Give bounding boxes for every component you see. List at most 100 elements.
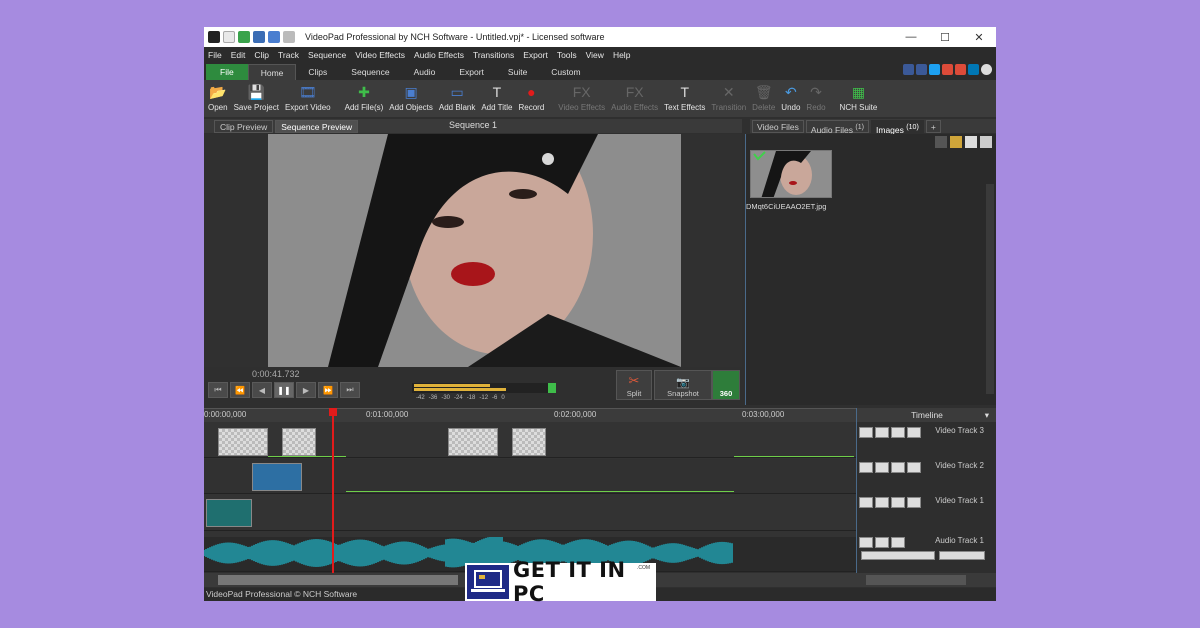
track-speaker-button[interactable] — [875, 537, 889, 548]
redo-icon[interactable] — [283, 31, 295, 43]
menu-transitions[interactable]: Transitions — [473, 50, 514, 60]
step-back-button[interactable]: ◀ — [252, 382, 272, 398]
go-to-start-button[interactable]: ⏮ — [208, 382, 228, 398]
media-thumbnail[interactable] — [750, 150, 832, 198]
trash-icon[interactable] — [935, 136, 947, 148]
track-grid-button[interactable] — [891, 427, 905, 438]
save-icon[interactable] — [253, 31, 265, 43]
track-mute-button[interactable] — [859, 462, 873, 473]
redo-button[interactable]: ↷ Redo — [806, 80, 825, 113]
add-bin-button[interactable]: + — [925, 119, 941, 133]
list-view-icon[interactable] — [965, 136, 977, 148]
scrollbar-thumb[interactable] — [218, 575, 458, 585]
close-button[interactable]: ✕ — [962, 27, 996, 47]
tab-audio[interactable]: Audio — [402, 64, 448, 80]
undo-button[interactable]: ↶ Undo — [781, 80, 800, 113]
like-icon[interactable] — [903, 64, 914, 75]
menu-help[interactable]: Help — [613, 50, 630, 60]
menu-export[interactable]: Export — [523, 50, 548, 60]
tab-sequence[interactable]: Sequence — [339, 64, 401, 80]
youtube-icon[interactable] — [955, 64, 966, 75]
tab-file[interactable]: File — [206, 64, 248, 80]
playhead[interactable] — [329, 408, 337, 573]
video-track-3-row[interactable] — [204, 422, 856, 458]
menu-sequence[interactable]: Sequence — [308, 50, 346, 60]
twitter-icon[interactable] — [929, 64, 940, 75]
tab-sequence-preview[interactable]: Sequence Preview — [275, 119, 359, 133]
timeline-clip[interactable] — [252, 463, 302, 491]
menu-video-effects[interactable]: Video Effects — [355, 50, 405, 60]
timeline-clip[interactable] — [282, 428, 316, 456]
tab-audio-files[interactable]: Audio Files (1) — [805, 119, 869, 134]
track-eye-button[interactable] — [875, 462, 889, 473]
tab-suite[interactable]: Suite — [496, 64, 539, 80]
tab-home[interactable]: Home — [247, 64, 297, 80]
bin-scrollbar[interactable] — [986, 184, 994, 394]
vr-360-button[interactable]: 360 — [712, 370, 740, 400]
next-frame-button[interactable]: ⏩ — [318, 382, 338, 398]
go-to-end-button[interactable]: ⏭ — [340, 382, 360, 398]
help-icon[interactable] — [981, 64, 992, 75]
menu-clip[interactable]: Clip — [254, 50, 269, 60]
delete-button[interactable]: 🗑 Delete — [752, 80, 775, 113]
split-button[interactable]: ✂ Split — [616, 370, 652, 400]
save-project-button[interactable]: 💾 Save Project — [234, 80, 279, 113]
open-button[interactable]: 📂 Open — [208, 80, 228, 113]
menu-tools[interactable]: Tools — [557, 50, 577, 60]
timeline-clip[interactable] — [448, 428, 498, 456]
add-blank-button[interactable]: ▭ Add Blank — [439, 80, 475, 113]
menu-audio-effects[interactable]: Audio Effects — [414, 50, 464, 60]
export-video-button[interactable]: 🎞 Export Video — [285, 80, 331, 113]
track-eye-button[interactable] — [875, 497, 889, 508]
timeline-clip[interactable] — [218, 428, 268, 456]
tab-clips[interactable]: Clips — [296, 64, 339, 80]
audio-effects-button[interactable]: FX Audio Effects — [611, 80, 658, 112]
linkedin-icon[interactable] — [968, 64, 979, 75]
add-objects-button[interactable]: ▣ Add Objects — [389, 80, 433, 113]
video-track-1-row[interactable] — [204, 495, 856, 531]
undock-icon[interactable] — [980, 136, 992, 148]
add-title-button[interactable]: T Add Title — [481, 80, 512, 112]
track-mute-button[interactable] — [859, 537, 873, 548]
tab-video-files[interactable]: Video Files — [752, 119, 804, 133]
open-icon[interactable] — [238, 31, 250, 43]
track-grid-button[interactable] — [891, 497, 905, 508]
video-effects-button[interactable]: FX Video Effects — [558, 80, 605, 112]
google-plus-icon[interactable] — [942, 64, 953, 75]
maximize-button[interactable]: ☐ — [928, 27, 962, 47]
track-grid-button[interactable] — [891, 462, 905, 473]
new-icon[interactable] — [223, 31, 235, 43]
step-forward-button[interactable]: ▶ — [296, 382, 316, 398]
timeline-clip[interactable] — [512, 428, 546, 456]
menu-view[interactable]: View — [586, 50, 604, 60]
undo-icon[interactable] — [268, 31, 280, 43]
text-effects-button[interactable]: T Text Effects — [664, 80, 705, 112]
facebook-icon[interactable] — [916, 64, 927, 75]
transition-button[interactable]: ✕ Transition — [711, 80, 746, 113]
track-lock-button[interactable] — [907, 462, 921, 473]
track-lock-button[interactable] — [907, 497, 921, 508]
tab-images[interactable]: Images (10) — [871, 119, 924, 134]
track-lock-button[interactable] — [907, 427, 921, 438]
track-lock-button[interactable] — [891, 537, 905, 548]
folder-icon[interactable] — [950, 136, 962, 148]
menu-track[interactable]: Track — [278, 50, 299, 60]
zoom-slider[interactable] — [866, 575, 966, 585]
track-mute-button[interactable] — [859, 427, 873, 438]
menu-edit[interactable]: Edit — [231, 50, 246, 60]
tab-export[interactable]: Export — [447, 64, 496, 80]
menu-file[interactable]: File — [208, 50, 222, 60]
track-eye-button[interactable] — [875, 427, 889, 438]
track-volume-slider[interactable] — [861, 551, 935, 560]
record-button[interactable]: ● Record — [518, 80, 544, 112]
add-file-s-button[interactable]: ✚ Add File(s) — [345, 80, 384, 113]
chevron-down-icon[interactable]: ▾ — [985, 410, 989, 421]
minimize-button[interactable]: — — [894, 27, 928, 47]
tab-custom[interactable]: Custom — [539, 64, 592, 80]
snapshot-button[interactable]: 📷 Snapshot — [654, 370, 712, 400]
timeline-header[interactable]: Timeline ▾ — [857, 408, 996, 422]
track-mute-button[interactable] — [859, 497, 873, 508]
tab-clip-preview[interactable]: Clip Preview — [214, 119, 274, 133]
nch-suite-button[interactable]: ▦ NCH Suite — [840, 80, 878, 113]
video-track-2-row[interactable] — [204, 459, 856, 494]
